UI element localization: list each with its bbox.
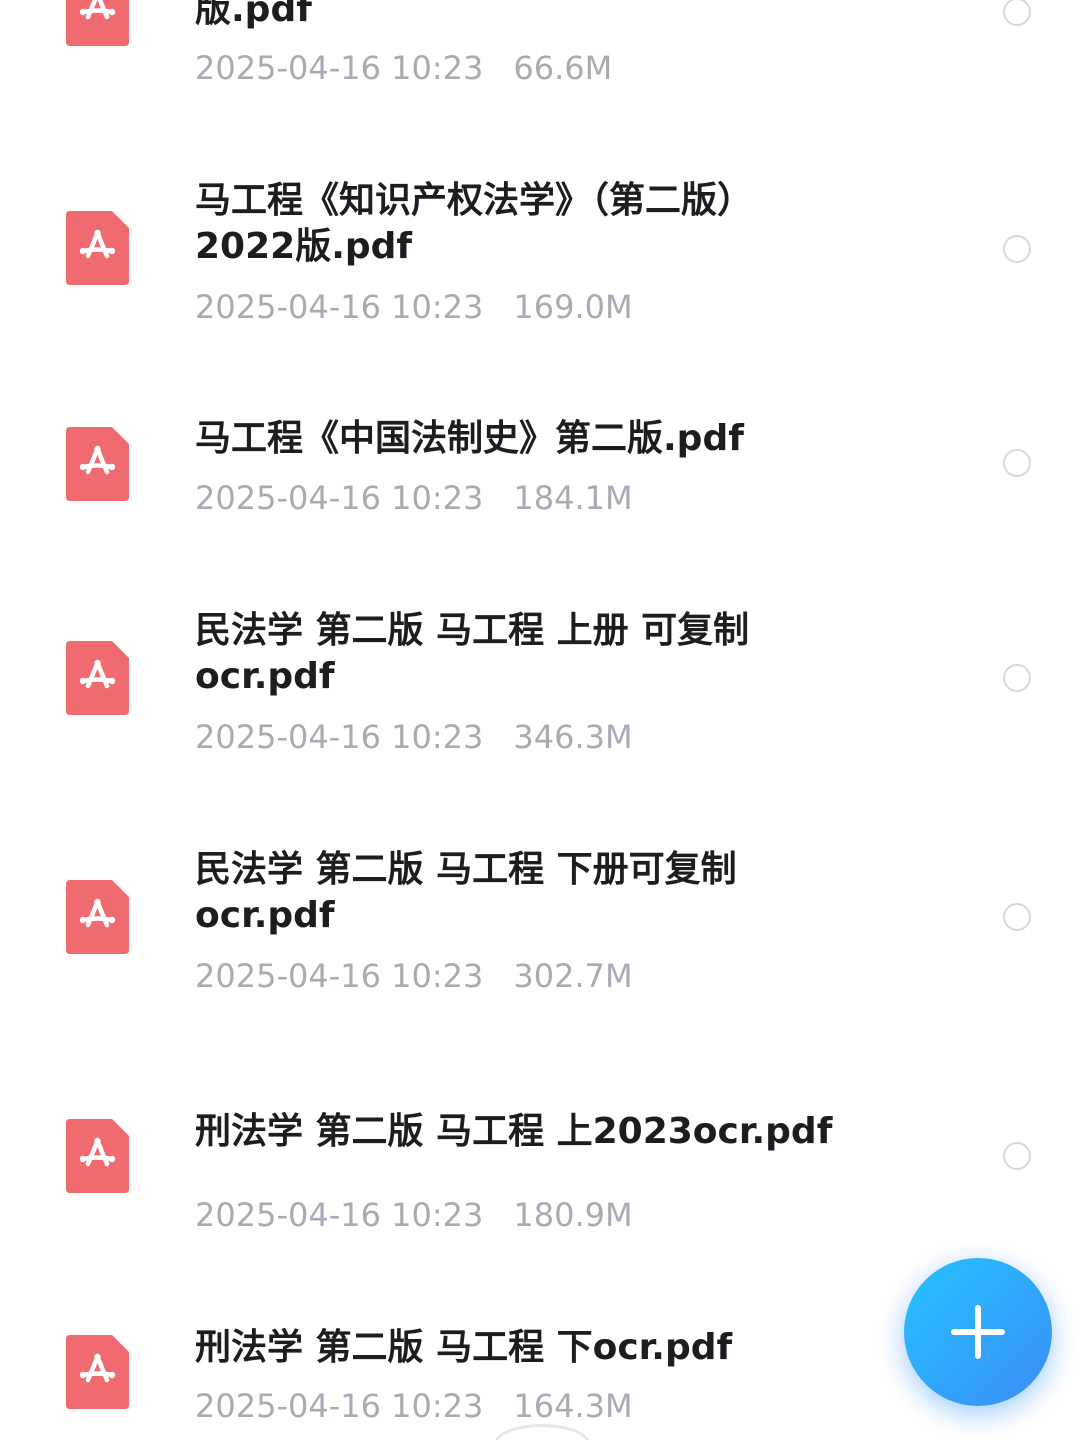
pdf-file-icon [66,211,129,285]
file-meta: 2025-04-16 10:23 66.6M [195,48,612,88]
pdf-file-icon [66,427,129,501]
file-meta: 2025-04-16 10:23 302.7M [195,956,633,996]
pdf-file-icon [66,1335,129,1409]
file-size: 302.7M [513,957,633,995]
file-name: 马工程《知识产权法学》（第二版） 2022版.pdf [195,180,754,267]
file-name: 民法学 第二版 马工程 下册可复制 ocr.pdf [195,849,737,936]
file-meta: 2025-04-16 10:23 180.9M [195,1195,633,1235]
file-meta: 2025-04-16 10:23 346.3M [195,717,633,757]
file-name: 刑法学 第二版 马工程 上2023ocr.pdf [195,1111,833,1152]
pdf-file-icon [66,880,129,954]
select-radio-icon[interactable] [1003,0,1031,26]
file-date: 2025-04-16 10:23 [195,1196,484,1234]
file-name: 民法学 第二版 马工程 上册 可复制 ocr.pdf [195,610,750,697]
pdf-file-icon [66,0,129,46]
file-list-screen: 版.pdf 2025-04-16 10:23 66.6M 马工程《知识产权法学》（… [0,0,1080,1440]
file-date: 2025-04-16 10:23 [195,1387,484,1425]
pdf-file-icon [66,1119,129,1193]
pdf-file-icon [66,641,129,715]
select-radio-icon[interactable] [1003,903,1031,931]
file-date: 2025-04-16 10:23 [195,957,484,995]
file-meta: 2025-04-16 10:23 184.1M [195,478,633,518]
bottom-tab-indicator[interactable] [494,1424,590,1440]
file-name: 刑法学 第二版 马工程 下ocr.pdf [195,1327,733,1368]
file-size: 169.0M [513,288,633,326]
plus-icon [951,1305,1005,1359]
add-button[interactable] [904,1258,1052,1406]
file-date: 2025-04-16 10:23 [195,718,484,756]
file-size: 66.6M [513,49,613,87]
file-meta: 2025-04-16 10:23 169.0M [195,287,633,327]
file-date: 2025-04-16 10:23 [195,49,484,87]
file-date: 2025-04-16 10:23 [195,288,484,326]
file-size: 164.3M [513,1387,633,1425]
select-radio-icon[interactable] [1003,1142,1031,1170]
file-size: 180.9M [513,1196,633,1234]
file-date: 2025-04-16 10:23 [195,479,484,517]
file-meta: 2025-04-16 10:23 164.3M [195,1386,633,1426]
select-radio-icon[interactable] [1003,449,1031,477]
file-name: 马工程《中国法制史》第二版.pdf [195,418,744,459]
select-radio-icon[interactable] [1003,664,1031,692]
file-name: 版.pdf [195,0,312,30]
select-radio-icon[interactable] [1003,235,1031,263]
file-size: 184.1M [513,479,633,517]
file-size: 346.3M [513,718,633,756]
